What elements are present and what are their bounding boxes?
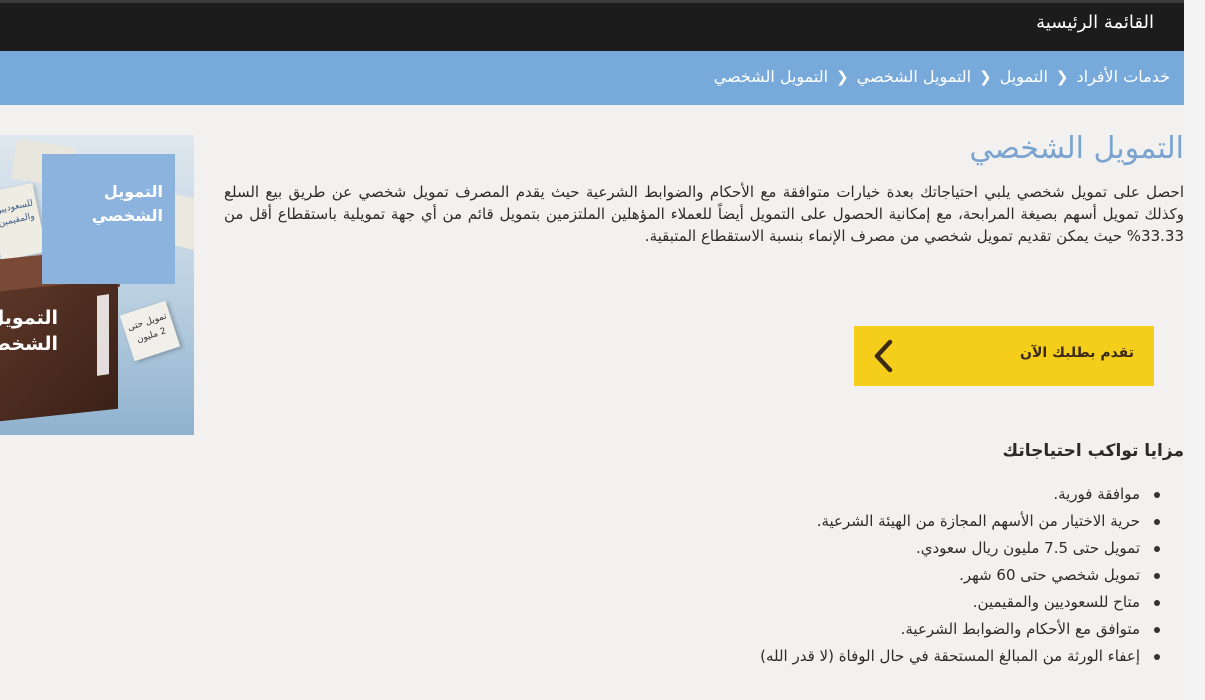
list-item-text: متوافق مع الأحكام والضوابط الشرعية. <box>900 620 1140 638</box>
list-item-text: موافقة فورية. <box>1053 485 1140 503</box>
list-item: تمويل حتى 7.5 مليون ريال سعودي. <box>460 535 1160 562</box>
bullet-icon <box>1154 654 1160 660</box>
bullet-icon <box>1154 519 1160 525</box>
bullet-icon <box>1154 600 1160 606</box>
list-item: حرية الاختيار من الأسهم المجازة من الهيئ… <box>460 508 1160 535</box>
chevron-icon: ❮ <box>979 67 992 86</box>
promo-blue-panel: التمويل الشخصي <box>42 154 175 284</box>
breadcrumb-bar: خدمات الأفراد ❮ التمويل ❮ التمويل الشخصي… <box>0 51 1184 105</box>
top-menu-bar: القائمة الرئيسية <box>0 0 1184 51</box>
list-item: موافقة فورية. <box>460 481 1160 508</box>
promo-cube-residents-text: للسعوديين والمقيمين <box>0 198 36 229</box>
main-menu-link[interactable]: القائمة الرئيسية <box>1036 12 1154 33</box>
chevron-icon: ❮ <box>836 67 849 86</box>
list-item: تمويل شخصي حتى 60 شهر. <box>460 562 1160 589</box>
promo-cube-amount-text: تمويل حتى 2 مليون <box>126 311 168 346</box>
features-heading: مزايا تواكب احتياجاتك <box>1002 441 1184 461</box>
promo-cube-residents: للسعوديين والمقيمين <box>0 182 47 262</box>
breadcrumb-item-personal-finance[interactable]: التمويل الشخصي <box>857 67 971 86</box>
breadcrumb: خدمات الأفراد ❮ التمويل ❮ التمويل الشخصي… <box>714 67 1170 86</box>
page-title: التمويل الشخصي <box>969 131 1184 166</box>
list-item-text: تمويل شخصي حتى 60 شهر. <box>959 566 1140 584</box>
list-item-text: إعفاء الورثة من المبالغ المستحقة في حال … <box>760 647 1140 665</box>
list-item: متوافق مع الأحكام والضوابط الشرعية. <box>460 616 1160 643</box>
promo-cube-amount: تمويل حتى 2 مليون <box>119 300 181 362</box>
list-item-text: متاح للسعوديين والمقيمين. <box>972 593 1140 611</box>
features-list: موافقة فورية. حرية الاختيار من الأسهم ال… <box>460 481 1160 670</box>
promo-image: للسعوديين والمقيمين التمويل الشخصي تمويل… <box>0 135 194 435</box>
bullet-icon <box>1154 492 1160 498</box>
bullet-icon <box>1154 627 1160 633</box>
bullet-icon <box>1154 546 1160 552</box>
promo-box-slot <box>97 294 109 376</box>
apply-now-button[interactable]: تقدم بطلبك الآن <box>854 326 1154 386</box>
list-item: متاح للسعوديين والمقيمين. <box>460 589 1160 616</box>
page: القائمة الرئيسية خدمات الأفراد ❮ التمويل… <box>0 0 1205 700</box>
breadcrumb-item-finance[interactable]: التمويل <box>1000 67 1048 86</box>
bullet-icon <box>1154 573 1160 579</box>
promo-box-text: التمويل الشخصي <box>0 307 58 355</box>
apply-now-label: تقدم بطلبك الآن <box>1020 345 1134 361</box>
list-item-text: حرية الاختيار من الأسهم المجازة من الهيئ… <box>816 512 1140 530</box>
chevron-left-icon <box>874 339 893 373</box>
window-edge <box>1184 0 1205 700</box>
page-description: احصل على تمويل شخصي يلبي احتياجاتك بعدة … <box>224 183 1184 245</box>
list-item: إعفاء الورثة من المبالغ المستحقة في حال … <box>460 643 1160 670</box>
list-item-text: تمويل حتى 7.5 مليون ريال سعودي. <box>915 539 1140 557</box>
breadcrumb-item-current: التمويل الشخصي <box>713 67 829 86</box>
breadcrumb-item-individual-services[interactable]: خدمات الأفراد <box>1077 67 1171 86</box>
promo-blue-text: التمويل الشخصي <box>91 182 163 225</box>
chevron-icon: ❮ <box>1055 67 1069 86</box>
